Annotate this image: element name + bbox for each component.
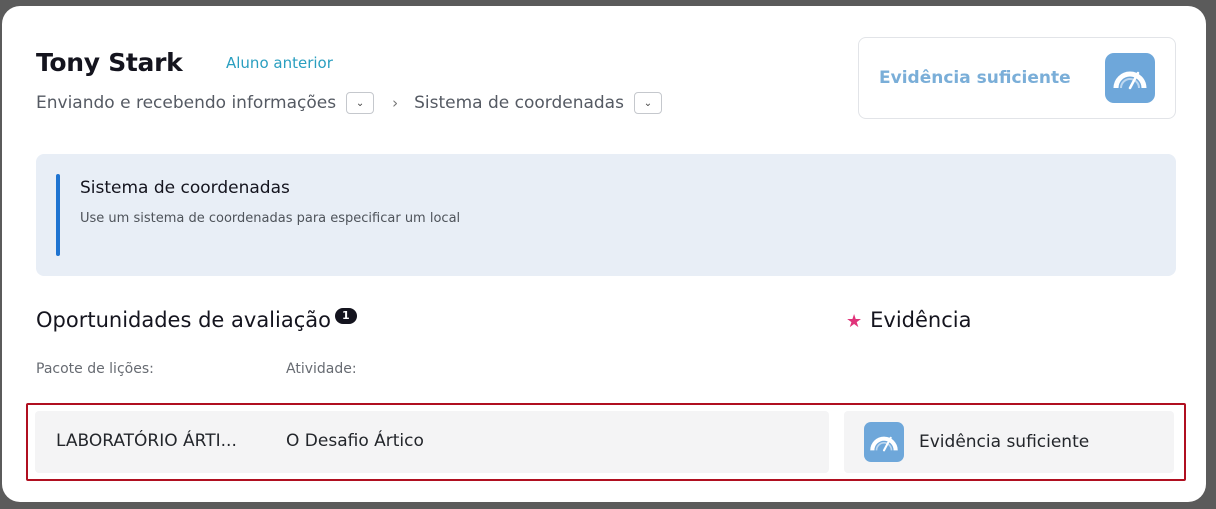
banner-title: Sistema de coordenadas bbox=[80, 178, 290, 198]
gauge-icon bbox=[864, 422, 904, 462]
table-row[interactable]: LABORATÓRIO ÁRTI... O Desafio Ártico bbox=[35, 411, 829, 473]
section-title: Oportunidades de avaliação bbox=[36, 308, 331, 332]
row-evidence[interactable]: Evidência suficiente bbox=[844, 411, 1174, 473]
row-activity: O Desafio Ártico bbox=[286, 431, 424, 451]
unit-dropdown-button[interactable]: ⌄ bbox=[346, 92, 375, 114]
breadcrumb: Enviando e recebendo informações ⌄ › Sis… bbox=[36, 90, 662, 116]
row-evidence-label: Evidência suficiente bbox=[919, 432, 1090, 452]
row-package: LABORATÓRIO ÁRTI... bbox=[56, 431, 237, 451]
chevron-down-icon: ⌄ bbox=[643, 97, 653, 109]
column-label-package: Pacote de lições: bbox=[36, 361, 154, 377]
breadcrumb-lesson: Sistema de coordenadas bbox=[414, 93, 624, 113]
gauge-icon bbox=[1105, 53, 1155, 103]
chevron-right-icon: › bbox=[392, 94, 399, 112]
evidence-heading: ★ Evidência bbox=[846, 308, 971, 332]
count-badge: 1 bbox=[334, 308, 357, 324]
star-icon: ★ bbox=[846, 311, 863, 332]
skill-banner: Sistema de coordenadas Use um sistema de… bbox=[36, 154, 1176, 276]
evidence-summary-label: Evidência suficiente bbox=[879, 68, 1071, 88]
student-name: Tony Stark bbox=[36, 48, 183, 77]
lesson-dropdown-button[interactable]: ⌄ bbox=[633, 92, 662, 114]
banner-accent-bar bbox=[56, 174, 60, 256]
column-label-activity: Atividade: bbox=[286, 361, 357, 377]
evidence-heading-label: Evidência bbox=[870, 308, 972, 332]
breadcrumb-unit: Enviando e recebendo informações bbox=[36, 93, 337, 113]
assessment-opportunities-heading: Oportunidades de avaliação 1 bbox=[36, 308, 357, 332]
banner-description: Use um sistema de coordenadas para espec… bbox=[80, 211, 461, 226]
chevron-down-icon: ⌄ bbox=[355, 97, 365, 109]
evidence-summary-card: Evidência suficiente bbox=[858, 37, 1176, 119]
previous-student-link[interactable]: Aluno anterior bbox=[226, 54, 333, 72]
